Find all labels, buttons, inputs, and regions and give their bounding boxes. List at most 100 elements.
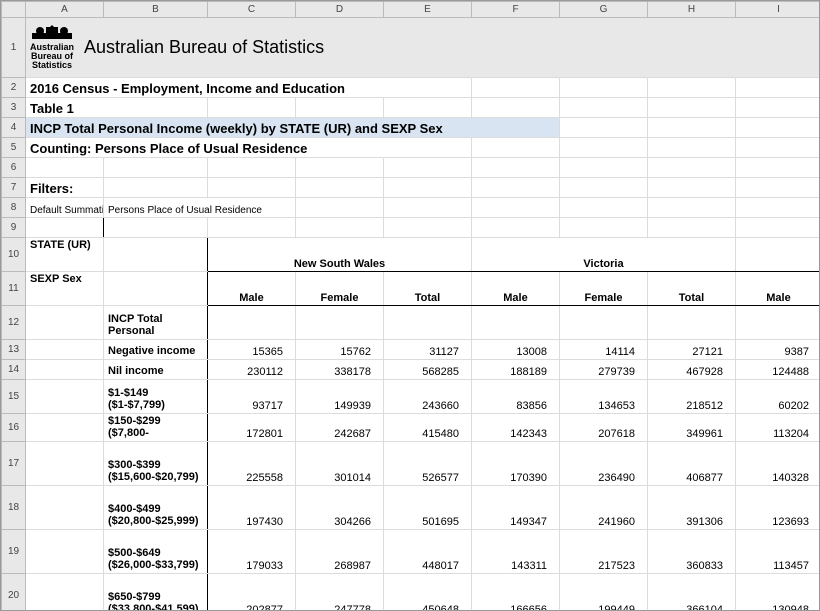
data-cell[interactable]: 197430 — [208, 486, 296, 530]
row-header-10[interactable]: 10 — [2, 238, 26, 272]
data-cell[interactable]: 349961 — [648, 414, 736, 442]
income-label[interactable]: $300-$399 ($15,600-$20,799) — [104, 442, 208, 486]
data-cell[interactable]: 301014 — [296, 442, 384, 486]
col-header-D[interactable]: D — [296, 2, 384, 18]
income-label[interactable]: $150-$299 ($7,800- — [104, 414, 208, 442]
data-cell[interactable]: 202877 — [208, 574, 296, 611]
sexp-label[interactable]: SEXP Sex — [26, 272, 104, 306]
data-cell[interactable]: 406877 — [648, 442, 736, 486]
row-header-8[interactable]: 8 — [2, 198, 26, 218]
data-cell[interactable]: 391306 — [648, 486, 736, 530]
sex-head-6[interactable]: Male — [736, 272, 820, 306]
title-counting[interactable]: Counting: Persons Place of Usual Residen… — [26, 138, 472, 158]
row-header-17[interactable]: 17 — [2, 442, 26, 486]
data-cell[interactable]: 14114 — [560, 340, 648, 360]
data-cell[interactable]: 60202 — [736, 380, 820, 414]
data-cell[interactable]: 217523 — [560, 530, 648, 574]
row-header-5[interactable]: 5 — [2, 138, 26, 158]
sex-head-1[interactable]: Female — [296, 272, 384, 306]
sex-head-2[interactable]: Total — [384, 272, 472, 306]
data-cell[interactable]: 241960 — [560, 486, 648, 530]
data-cell[interactable]: 130948 — [736, 574, 820, 611]
col-header-E[interactable]: E — [384, 2, 472, 18]
data-cell[interactable]: 27121 — [648, 340, 736, 360]
data-cell[interactable]: 188189 — [472, 360, 560, 380]
data-cell[interactable]: 124488 — [736, 360, 820, 380]
data-cell[interactable]: 242687 — [296, 414, 384, 442]
data-cell[interactable]: 179033 — [208, 530, 296, 574]
data-cell[interactable]: 93717 — [208, 380, 296, 414]
incp-label[interactable]: INCP Total Personal — [104, 306, 208, 340]
sex-head-3[interactable]: Male — [472, 272, 560, 306]
row-header-4[interactable]: 4 — [2, 118, 26, 138]
data-cell[interactable]: 134653 — [560, 380, 648, 414]
income-label[interactable]: $500-$649 ($26,000-$33,799) — [104, 530, 208, 574]
data-cell[interactable]: 360833 — [648, 530, 736, 574]
col-header-H[interactable]: H — [648, 2, 736, 18]
data-cell[interactable]: 225558 — [208, 442, 296, 486]
income-label[interactable]: $400-$499 ($20,800-$25,999) — [104, 486, 208, 530]
data-cell[interactable]: 501695 — [384, 486, 472, 530]
row-header-9[interactable]: 9 — [2, 218, 26, 238]
data-cell[interactable]: 166656 — [472, 574, 560, 611]
sex-head-4[interactable]: Female — [560, 272, 648, 306]
data-cell[interactable]: 207618 — [560, 414, 648, 442]
col-header-F[interactable]: F — [472, 2, 560, 18]
data-cell[interactable]: 13008 — [472, 340, 560, 360]
data-cell[interactable]: 149347 — [472, 486, 560, 530]
data-cell[interactable]: 526577 — [384, 442, 472, 486]
col-header-C[interactable]: C — [208, 2, 296, 18]
data-cell[interactable]: 31127 — [384, 340, 472, 360]
col-header-I[interactable]: I — [736, 2, 820, 18]
data-cell[interactable]: 338178 — [296, 360, 384, 380]
data-cell[interactable]: 366104 — [648, 574, 736, 611]
data-cell[interactable]: 568285 — [384, 360, 472, 380]
data-cell[interactable]: 113204 — [736, 414, 820, 442]
col-header-B[interactable]: B — [104, 2, 208, 18]
data-cell[interactable]: 247778 — [296, 574, 384, 611]
row-header-11[interactable]: 11 — [2, 272, 26, 306]
sex-head-0[interactable]: Male — [208, 272, 296, 306]
data-cell[interactable]: 467928 — [648, 360, 736, 380]
row-header-12[interactable]: 12 — [2, 306, 26, 340]
filters-label[interactable]: Filters: — [26, 178, 104, 198]
data-cell[interactable]: 9387 — [736, 340, 820, 360]
title-table[interactable]: Table 1 — [26, 98, 208, 118]
select-all-corner[interactable] — [2, 2, 26, 18]
col-header-G[interactable]: G — [560, 2, 648, 18]
income-label[interactable]: $650-$799 ($33,800-$41,599) — [104, 574, 208, 611]
row-header-16[interactable]: 16 — [2, 414, 26, 442]
data-cell[interactable]: 268987 — [296, 530, 384, 574]
state-label[interactable]: STATE (UR) — [26, 238, 104, 272]
title-census[interactable]: 2016 Census - Employment, Income and Edu… — [26, 78, 472, 98]
income-label[interactable]: $1-$149 ($1-$7,799) — [104, 380, 208, 414]
row-header-15[interactable]: 15 — [2, 380, 26, 414]
data-cell[interactable]: 142343 — [472, 414, 560, 442]
state-nsw[interactable]: New South Wales — [208, 238, 472, 272]
data-cell[interactable]: 199449 — [560, 574, 648, 611]
data-cell[interactable]: 140328 — [736, 442, 820, 486]
title-incp[interactable]: INCP Total Personal Income (weekly) by S… — [26, 118, 560, 138]
data-cell[interactable]: 236490 — [560, 442, 648, 486]
data-cell[interactable]: 15762 — [296, 340, 384, 360]
banner-cell[interactable]: Australian Bureau of Statistics Australi… — [26, 18, 820, 78]
data-cell[interactable]: 218512 — [648, 380, 736, 414]
row-header-13[interactable]: 13 — [2, 340, 26, 360]
row-header-6[interactable]: 6 — [2, 158, 26, 178]
row-header-1[interactable]: 1 — [2, 18, 26, 78]
row-header-18[interactable]: 18 — [2, 486, 26, 530]
row-header-7[interactable]: 7 — [2, 178, 26, 198]
data-cell[interactable]: 450648 — [384, 574, 472, 611]
row-header-14[interactable]: 14 — [2, 360, 26, 380]
data-cell[interactable]: 243660 — [384, 380, 472, 414]
income-label[interactable]: Nil income — [104, 360, 208, 380]
data-cell[interactable]: 143311 — [472, 530, 560, 574]
data-cell[interactable]: 415480 — [384, 414, 472, 442]
filter-b[interactable]: Persons Place of Usual Residence — [104, 198, 296, 218]
row-header-20[interactable]: 20 — [2, 574, 26, 611]
data-cell[interactable]: 149939 — [296, 380, 384, 414]
data-cell[interactable]: 279739 — [560, 360, 648, 380]
data-cell[interactable]: 304266 — [296, 486, 384, 530]
row-header-19[interactable]: 19 — [2, 530, 26, 574]
state-vic[interactable]: Victoria — [472, 238, 736, 272]
